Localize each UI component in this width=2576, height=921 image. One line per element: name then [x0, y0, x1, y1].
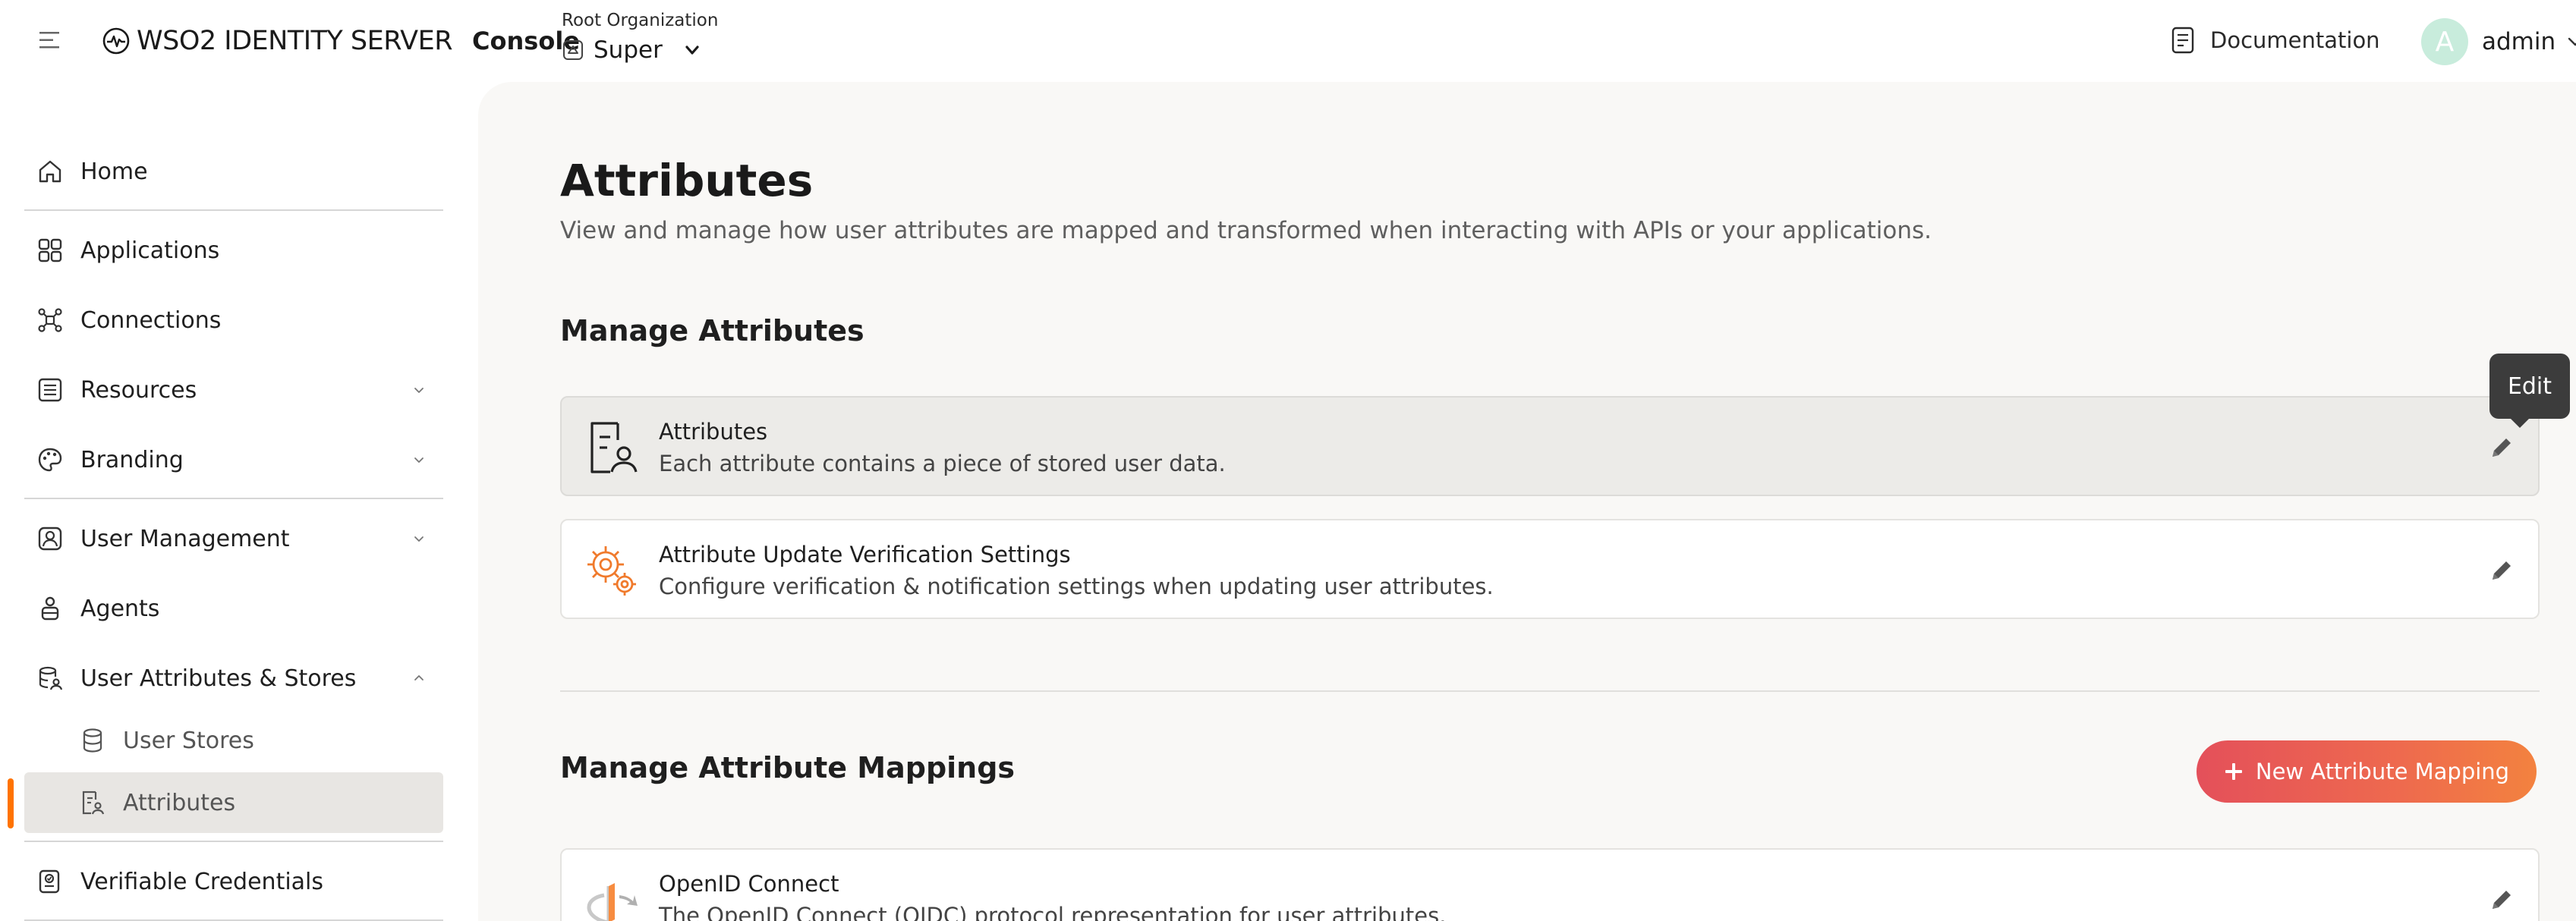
organization-icon — [562, 39, 584, 61]
connections-icon — [36, 306, 64, 334]
card-title: Attribute Update Verification Settings — [659, 542, 1071, 567]
card-title: OpenID Connect — [659, 871, 839, 897]
sidebar-item-label: Agents — [80, 595, 160, 622]
pencil-icon[interactable] — [2486, 885, 2517, 915]
chevron-down-icon — [411, 452, 427, 467]
top-header: WSO2 IDENTITY SERVER Console Root Organi… — [0, 0, 2576, 82]
openid-connect-card[interactable]: OpenID Connect The OpenID Connect (OIDC)… — [560, 848, 2540, 921]
manage-mappings-title: Manage Attribute Mappings — [560, 751, 1016, 784]
plus-icon — [2224, 762, 2244, 781]
org-select[interactable]: Super — [562, 36, 718, 64]
documentation-label: Documentation — [2210, 27, 2380, 53]
sidebar-item-user-attributes-stores[interactable]: User Attributes & Stores — [24, 652, 443, 704]
pencil-icon[interactable] — [2486, 432, 2517, 463]
active-indicator — [8, 778, 14, 828]
documentation-link[interactable]: Documentation — [2171, 26, 2380, 55]
sidebar-item-label: Branding — [80, 446, 184, 473]
sidebar-divider — [24, 841, 443, 842]
user-management-icon — [36, 525, 64, 552]
sidebar-subitem-attributes[interactable]: Attributes — [24, 772, 443, 833]
chevron-down-icon — [411, 531, 427, 546]
verifiable-credentials-icon — [36, 868, 64, 895]
card-title: Attributes — [659, 419, 768, 445]
sidebar-item-label: User Management — [80, 525, 290, 552]
user-name: admin — [2482, 28, 2556, 55]
sidebar-item-label: Attributes — [123, 789, 236, 816]
sidebar-item-label: Home — [80, 158, 148, 185]
attributes-icon — [79, 789, 106, 816]
gears-icon — [581, 540, 642, 601]
sidebar-item-label: Resources — [80, 376, 197, 404]
attributes-card[interactable]: Attributes Each attribute contains a pie… — [560, 396, 2540, 496]
brand[interactable]: WSO2 IDENTITY SERVER Console — [102, 23, 580, 59]
sidebar-divider — [24, 498, 443, 499]
card-description: The OpenID Connect (OIDC) protocol repre… — [659, 903, 1447, 921]
page-description: View and manage how user attributes are … — [560, 217, 1932, 244]
sidebar-subitem-user-stores[interactable]: User Stores — [24, 710, 443, 771]
sidebar-item-label: Connections — [80, 306, 222, 334]
sidebar-item-label: User Attributes & Stores — [80, 665, 357, 692]
user-menu[interactable]: A admin — [2421, 18, 2576, 65]
sidebar-item-label: Applications — [80, 237, 220, 264]
sidebar-item-connections[interactable]: Connections — [24, 294, 443, 346]
resources-icon — [36, 376, 64, 404]
sidebar-item-resources[interactable]: Resources — [24, 364, 443, 416]
tooltip-arrow — [2509, 417, 2530, 428]
chevron-down-icon — [411, 382, 427, 398]
card-description: Each attribute contains a piece of store… — [659, 451, 1226, 476]
edit-tooltip: Edit — [2489, 354, 2570, 419]
menu-toggle-icon[interactable] — [38, 29, 64, 52]
sidebar-item-agents[interactable]: Agents — [24, 583, 443, 634]
openid-logo-icon — [581, 869, 642, 921]
attribute-profile-icon — [581, 417, 642, 478]
org-name: Super — [594, 36, 663, 64]
organization-switcher[interactable]: Root Organization Super — [562, 11, 718, 64]
verification-settings-card[interactable]: Attribute Update Verification Settings C… — [560, 519, 2540, 619]
org-label: Root Organization — [562, 11, 719, 30]
avatar: A — [2421, 18, 2468, 65]
wso2-logo-icon — [102, 27, 131, 55]
sidebar-item-home[interactable]: Home — [24, 146, 443, 197]
main-content: Attributes View and manage how user attr… — [478, 82, 2576, 921]
page-title: Attributes — [560, 155, 814, 206]
chevron-up-icon — [411, 671, 427, 686]
pencil-icon[interactable] — [2486, 555, 2517, 586]
sidebar-item-label: Verifiable Credentials — [80, 868, 324, 895]
card-description: Configure verification & notification se… — [659, 574, 1494, 599]
button-label: New Attribute Mapping — [2255, 759, 2510, 784]
agents-icon — [36, 595, 64, 622]
brand-name: WSO2 IDENTITY SERVER — [137, 26, 453, 56]
sidebar-item-applications[interactable]: Applications — [24, 225, 443, 276]
section-divider — [560, 690, 2540, 692]
home-icon — [36, 158, 64, 185]
database-icon — [79, 727, 106, 754]
sidebar-item-verifiable-credentials[interactable]: Verifiable Credentials — [24, 856, 443, 907]
new-attribute-mapping-button[interactable]: New Attribute Mapping — [2197, 740, 2537, 803]
sidebar-item-branding[interactable]: Branding — [24, 434, 443, 486]
chevron-down-icon — [684, 42, 701, 58]
sidebar-item-user-management[interactable]: User Management — [24, 513, 443, 564]
chevron-down-icon — [2566, 33, 2576, 51]
user-attributes-icon — [36, 665, 64, 692]
sidebar: Home Applications Connections Resources … — [0, 82, 478, 921]
sidebar-item-label: User Stores — [123, 727, 254, 754]
manage-attributes-title: Manage Attributes — [560, 314, 864, 347]
document-icon — [2171, 26, 2195, 55]
applications-icon — [36, 237, 64, 264]
branding-icon — [36, 446, 64, 473]
sidebar-divider — [24, 209, 443, 211]
